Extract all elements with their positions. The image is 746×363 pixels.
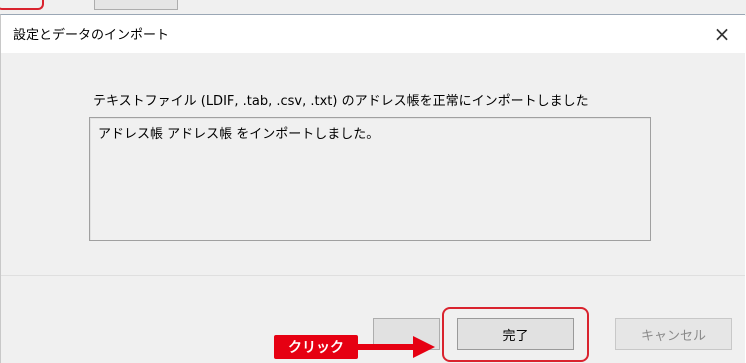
result-listbox[interactable]: アドレス帳 アドレス帳 をインポートしました。 <box>89 117 651 241</box>
result-item: アドレス帳 アドレス帳 をインポートしました。 <box>98 127 380 142</box>
dialog-title: 設定とデータのインポート <box>13 28 170 43</box>
click-annotation-label: クリック <box>274 335 358 359</box>
background-button <box>94 0 178 10</box>
arrow-right-icon <box>357 336 435 358</box>
button-area-divider <box>1 275 745 276</box>
import-dialog: 設定とデータのインポート × テキストファイル (LDIF, .tab, .cs… <box>0 14 745 363</box>
finish-button[interactable]: 完了 <box>457 318 574 350</box>
background-button-highlighted <box>0 0 44 10</box>
cancel-button[interactable]: キャンセル <box>615 318 732 350</box>
import-message: テキストファイル (LDIF, .tab, .csv, .txt) のアドレス帳… <box>93 94 589 109</box>
close-icon[interactable]: × <box>699 15 745 53</box>
title-bar: 設定とデータのインポート × <box>1 15 745 53</box>
